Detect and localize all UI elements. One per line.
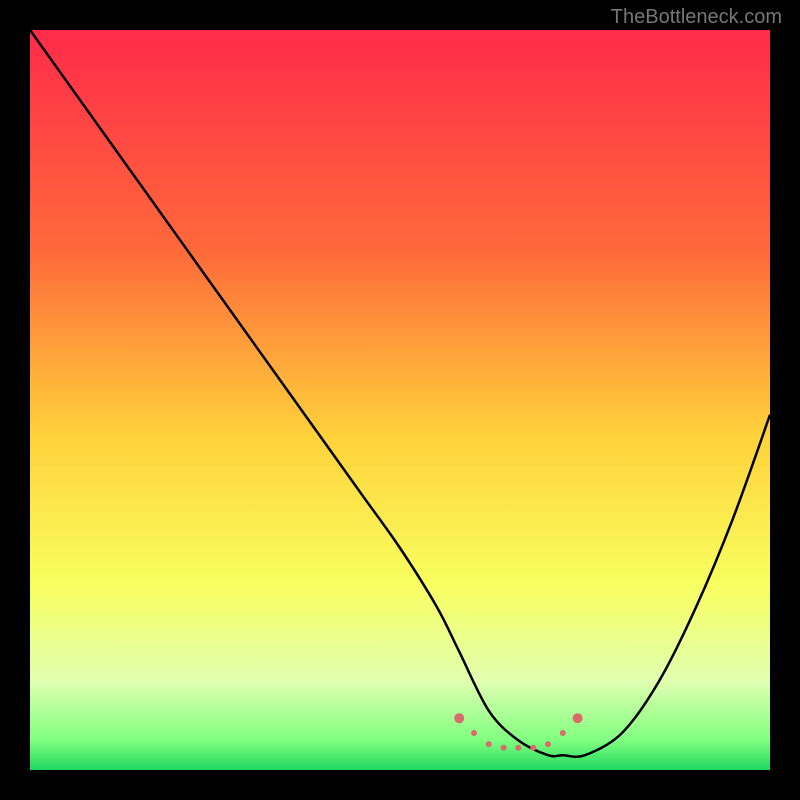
highlight-marker [545,741,551,747]
highlight-marker [560,730,566,736]
highlight-marker [501,745,507,751]
chart-container: TheBottleneck.com [0,0,800,800]
chart-svg [30,30,770,770]
highlight-marker [454,713,464,723]
highlight-marker [486,741,492,747]
highlight-marker [515,745,521,751]
highlight-marker [573,713,583,723]
plot-area [30,30,770,770]
watermark-text: TheBottleneck.com [611,6,782,29]
gradient-background [30,30,770,770]
highlight-marker [530,745,536,751]
highlight-marker [471,730,477,736]
